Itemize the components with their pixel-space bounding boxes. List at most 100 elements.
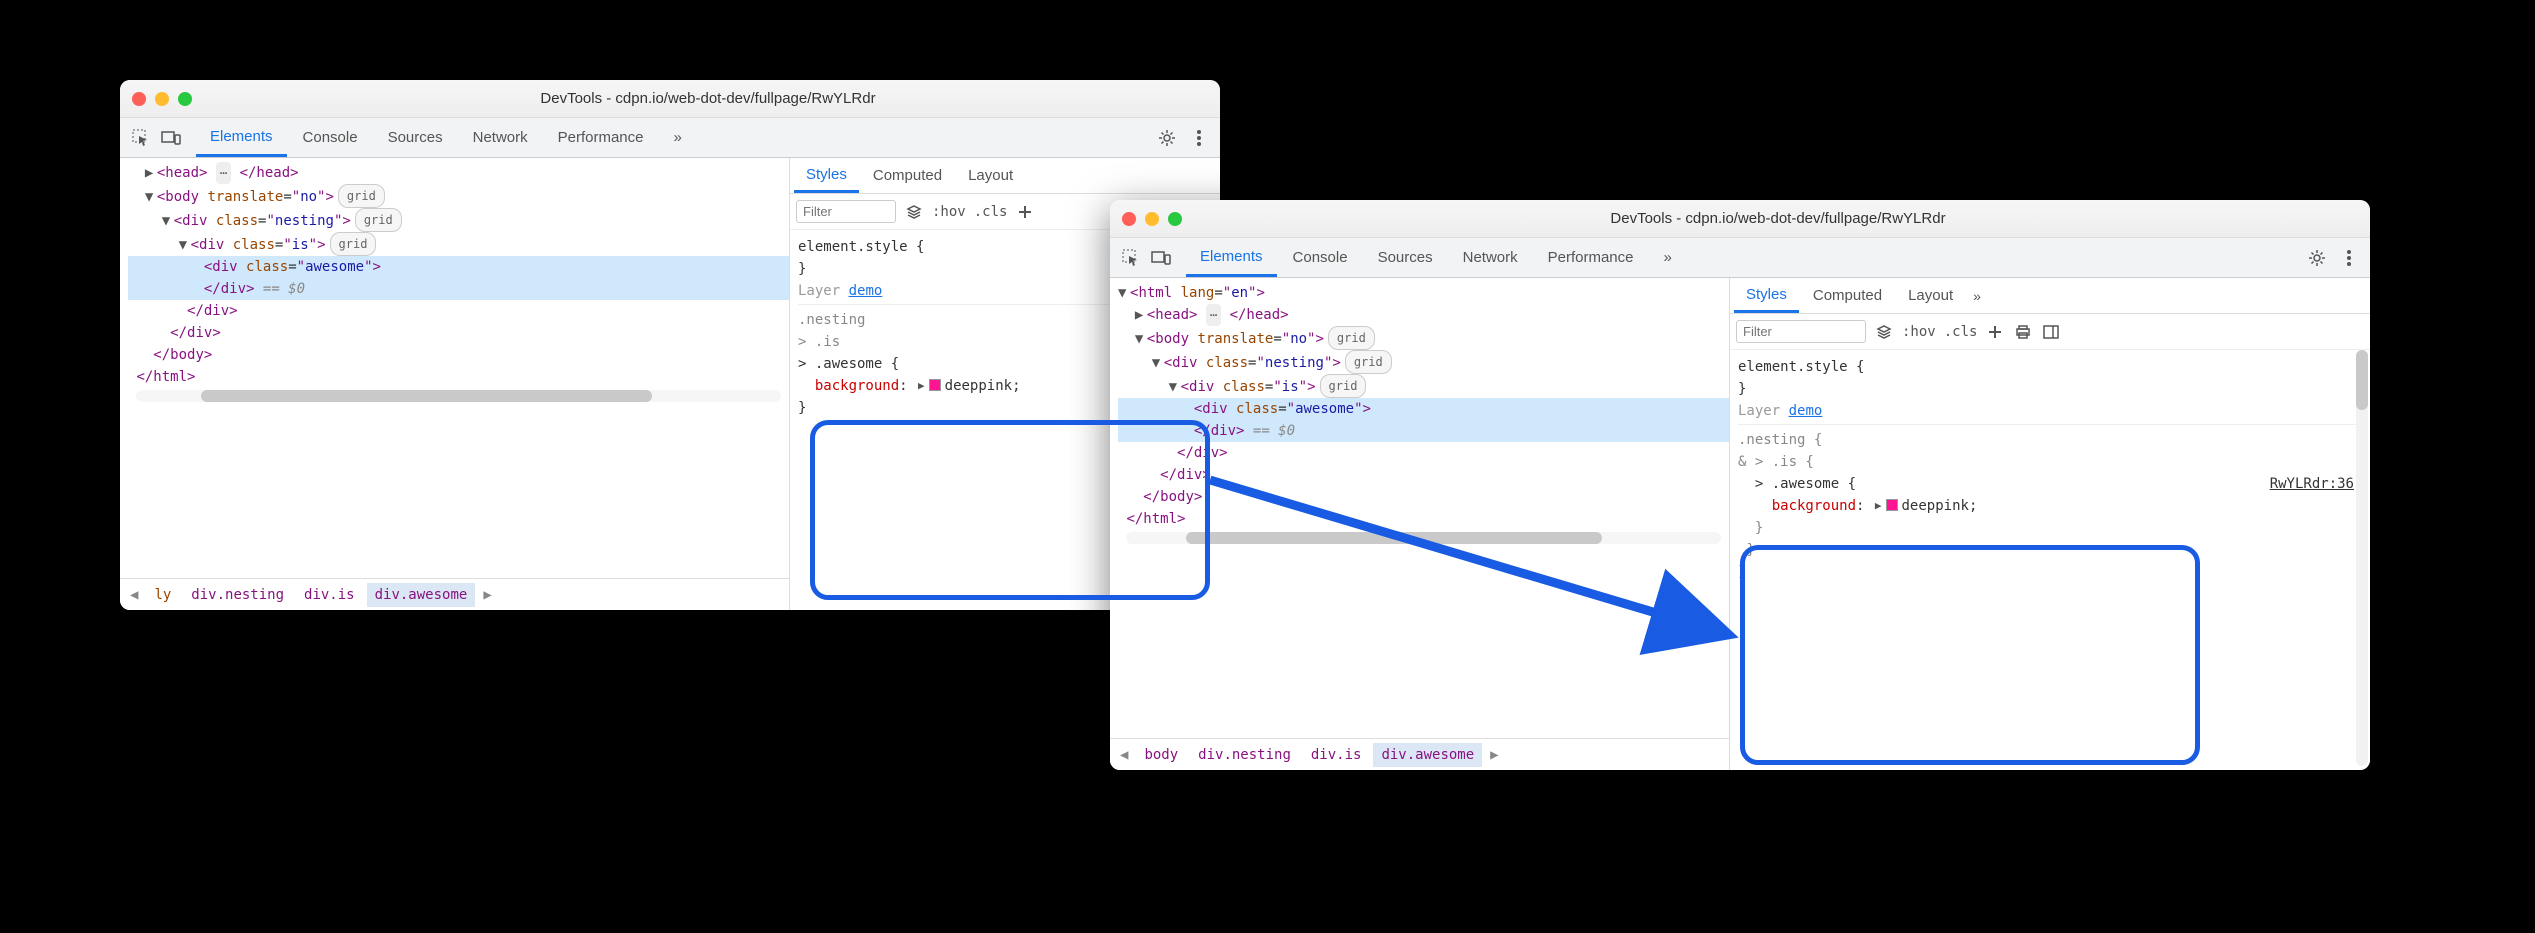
inspect-icon[interactable] — [1118, 245, 1144, 271]
main-toolbar: Elements Console Sources Network Perform… — [1110, 238, 2370, 278]
ellipsis-icon[interactable]: ⋯ — [216, 162, 231, 184]
breadcrumb-awesome[interactable]: div.awesome — [367, 583, 476, 607]
kebab-icon[interactable] — [1186, 125, 1212, 151]
close-icon[interactable] — [1122, 212, 1136, 226]
devtools-window-left: DevTools - cdpn.io/web-dot-dev/fullpage/… — [120, 80, 1220, 610]
breadcrumb-nesting[interactable]: div.nesting — [183, 583, 292, 607]
chevron-left-icon[interactable]: ◀ — [126, 587, 142, 603]
breadcrumb-body[interactable]: body — [1136, 743, 1186, 767]
breadcrumb: ◀ body div.nesting div.is div.awesome ▶ — [1110, 738, 1729, 770]
breadcrumb-is[interactable]: div.is — [296, 583, 363, 607]
tab-elements[interactable]: Elements — [196, 118, 287, 157]
dock-icon[interactable] — [2041, 322, 2061, 342]
grid-badge[interactable]: grid — [1328, 326, 1375, 350]
inspect-icon[interactable] — [128, 125, 154, 151]
breadcrumb-awesome[interactable]: div.awesome — [1373, 743, 1482, 767]
breadcrumb: ◀ ly div.nesting div.is div.awesome ▶ — [120, 578, 789, 610]
css-property[interactable]: background — [815, 378, 899, 394]
layers-icon[interactable] — [1874, 322, 1894, 342]
devtools-window-right: DevTools - cdpn.io/web-dot-dev/fullpage/… — [1110, 200, 2370, 770]
tab-console[interactable]: Console — [1279, 238, 1362, 277]
traffic-lights — [132, 92, 192, 106]
kebab-icon[interactable] — [2336, 245, 2362, 271]
device-icon[interactable] — [1148, 245, 1174, 271]
dollar-zero: == $0 — [1253, 423, 1295, 439]
expand-triangle-icon[interactable]: ▶ — [1875, 495, 1882, 517]
dom-tree[interactable]: ▼<html lang="en"> ▶<head> ⋯ </head> ▼<bo… — [1110, 278, 1729, 738]
grid-badge[interactable]: grid — [1320, 374, 1367, 398]
minimize-icon[interactable] — [1145, 212, 1159, 226]
subtab-computed[interactable]: Computed — [1801, 278, 1894, 313]
grid-badge[interactable]: grid — [338, 184, 385, 208]
plus-icon[interactable] — [1015, 202, 1035, 222]
titlebar: DevTools - cdpn.io/web-dot-dev/fullpage/… — [120, 80, 1220, 118]
layer-link[interactable]: demo — [849, 283, 883, 299]
horizontal-scrollbar[interactable] — [1126, 532, 1721, 544]
subtab-styles[interactable]: Styles — [794, 158, 859, 193]
styles-toolbar: :hov .cls — [1730, 314, 2370, 350]
close-icon[interactable] — [132, 92, 146, 106]
breadcrumb-nesting[interactable]: div.nesting — [1190, 743, 1299, 767]
zoom-icon[interactable] — [178, 92, 192, 106]
grid-badge[interactable]: grid — [330, 232, 377, 256]
subtab-computed[interactable]: Computed — [861, 158, 954, 193]
dollar-zero: == $0 — [263, 281, 305, 297]
styles-rules[interactable]: element.style { } Layer demo RwYLRdr:36 … — [1730, 350, 2370, 770]
selector-nesting: .nesting { — [1738, 432, 1822, 448]
grid-badge[interactable]: grid — [1345, 350, 1392, 374]
tab-performance[interactable]: Performance — [1534, 238, 1648, 277]
subtab-styles[interactable]: Styles — [1734, 278, 1799, 313]
gear-icon[interactable] — [1154, 125, 1180, 151]
chevron-right-icon[interactable]: ▶ — [479, 587, 495, 603]
tab-elements[interactable]: Elements — [1186, 238, 1277, 277]
tab-more[interactable]: » — [660, 118, 696, 157]
chevron-right-icon[interactable]: ▶ — [1486, 747, 1502, 763]
breadcrumb-body[interactable]: ly — [146, 583, 179, 607]
tab-sources[interactable]: Sources — [1364, 238, 1447, 277]
selector-awesome: > .awesome { — [1755, 476, 1856, 492]
main-toolbar: Elements Console Sources Network Perform… — [120, 118, 1220, 158]
tab-performance[interactable]: Performance — [544, 118, 658, 157]
css-property[interactable]: background — [1772, 498, 1856, 514]
tab-network[interactable]: Network — [1449, 238, 1532, 277]
ellipsis-icon[interactable]: ⋯ — [1206, 304, 1221, 326]
chevron-left-icon[interactable]: ◀ — [1116, 747, 1132, 763]
selector-awesome: > .awesome { — [798, 356, 899, 372]
gear-icon[interactable] — [2304, 245, 2330, 271]
tab-network[interactable]: Network — [459, 118, 542, 157]
print-icon[interactable] — [2013, 322, 2033, 342]
color-swatch-icon[interactable] — [929, 379, 941, 391]
dom-tree[interactable]: ▶<head> ⋯ </head> ▼<body translate="no">… — [120, 158, 789, 578]
filter-input[interactable] — [1736, 320, 1866, 343]
tab-sources[interactable]: Sources — [374, 118, 457, 157]
subtab-more[interactable]: » — [1967, 288, 1987, 304]
color-swatch-icon[interactable] — [1886, 499, 1898, 511]
filter-input[interactable] — [796, 200, 896, 223]
tab-console[interactable]: Console — [289, 118, 372, 157]
css-value[interactable]: deeppink — [945, 378, 1012, 394]
zoom-icon[interactable] — [1168, 212, 1182, 226]
layers-icon[interactable] — [904, 202, 924, 222]
subtab-layout[interactable]: Layout — [956, 158, 1025, 193]
layer-link[interactable]: demo — [1789, 403, 1823, 419]
breadcrumb-is[interactable]: div.is — [1303, 743, 1370, 767]
horizontal-scrollbar[interactable] — [136, 390, 781, 402]
tab-more[interactable]: » — [1650, 238, 1686, 277]
hov-button[interactable]: :hov — [932, 204, 966, 220]
plus-icon[interactable] — [1985, 322, 2005, 342]
selector-nesting: .nesting — [798, 312, 865, 328]
grid-badge[interactable]: grid — [355, 208, 402, 232]
css-value[interactable]: deeppink — [1902, 498, 1969, 514]
vertical-scrollbar[interactable] — [2356, 350, 2368, 766]
selected-dom-node[interactable]: <div class="awesome"> — [128, 256, 789, 278]
expand-triangle-icon[interactable]: ▶ — [918, 375, 925, 397]
source-link[interactable]: RwYLRdr:36 — [2270, 473, 2354, 495]
selector-is: > .is — [798, 334, 840, 350]
minimize-icon[interactable] — [155, 92, 169, 106]
selected-dom-node[interactable]: <div class="awesome"> — [1118, 398, 1729, 420]
cls-button[interactable]: .cls — [1944, 324, 1978, 340]
device-icon[interactable] — [158, 125, 184, 151]
hov-button[interactable]: :hov — [1902, 324, 1936, 340]
cls-button[interactable]: .cls — [974, 204, 1008, 220]
subtab-layout[interactable]: Layout — [1896, 278, 1965, 313]
